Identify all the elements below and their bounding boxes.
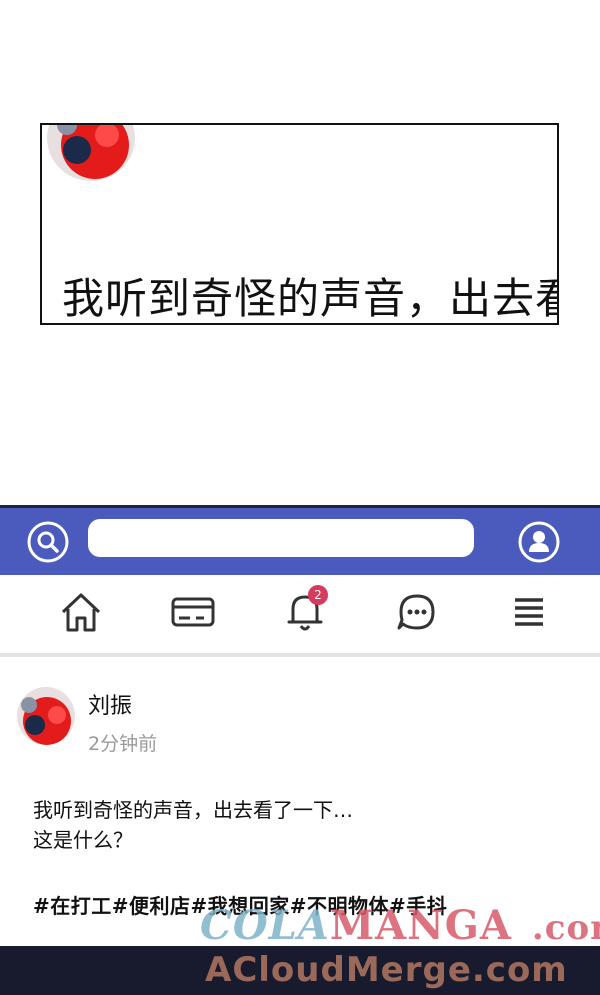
post-body-line: 这是什么？: [33, 828, 133, 852]
menu-icon[interactable]: [506, 589, 552, 635]
watermark-part: .com: [531, 908, 600, 948]
notification-badge: 2: [308, 585, 328, 605]
post-time: 2分钟前: [88, 733, 158, 755]
search-icon[interactable]: [26, 520, 70, 564]
post-author[interactable]: 刘振: [88, 688, 132, 720]
panel-avatar: [47, 125, 135, 181]
app-header: [0, 505, 600, 575]
post-body: 我听到奇怪的声音，出去看了一下… 这是什么？: [33, 795, 353, 855]
card-icon[interactable]: [170, 589, 216, 635]
watermark: COLAMANGA .com: [200, 902, 600, 949]
watermark-part: COLA: [200, 902, 330, 949]
watermark-line2: ACloudMerge.com: [205, 950, 568, 990]
post-body-line: 我听到奇怪的声音，出去看了一下…: [33, 798, 353, 822]
nav-bar: [0, 575, 600, 657]
avatar[interactable]: [17, 687, 75, 745]
home-icon[interactable]: [58, 589, 104, 635]
panel-caption: 我听到奇怪的声音，出去看: [62, 274, 559, 323]
comic-panel: 我听到奇怪的声音，出去看: [40, 123, 559, 325]
profile-icon[interactable]: [517, 520, 561, 564]
chat-icon[interactable]: [394, 589, 440, 635]
watermark-part: MANGA: [329, 902, 512, 949]
search-input[interactable]: [88, 519, 474, 557]
